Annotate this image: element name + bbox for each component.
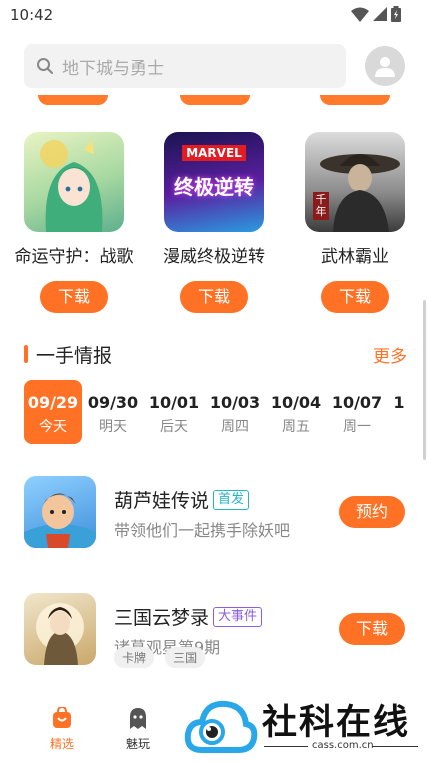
- game-thumbnail: [24, 132, 124, 232]
- download-button[interactable]: 下载: [40, 281, 108, 313]
- weekday-label: 周一: [343, 419, 371, 435]
- game-name: 命运守护：战歌: [14, 247, 134, 267]
- weekday-label: 后天: [160, 419, 188, 435]
- news-subtitle: 带领他们一起携手除妖吧: [114, 521, 291, 540]
- weekday-label: 今天: [39, 419, 67, 435]
- category-chip: 卡牌: [114, 647, 155, 668]
- ghost-icon: [130, 708, 146, 729]
- nav-label: 魅玩: [125, 737, 150, 751]
- watermark-rule: [372, 746, 418, 747]
- nav-label: 精选: [49, 737, 74, 751]
- news-section-header: 一手情报 更多: [24, 340, 407, 368]
- game-thumbnail: 千年: [305, 132, 405, 232]
- weekday-label: 明天: [99, 419, 127, 435]
- character-illustration: [36, 603, 84, 665]
- search-placeholder: 地下城与勇士: [62, 58, 164, 79]
- date-label: 10/04: [270, 393, 322, 412]
- date-label: 09/30: [87, 393, 139, 412]
- date-tab[interactable]: 10/04 周五: [267, 380, 325, 444]
- partial-button[interactable]: [38, 95, 108, 105]
- scrollbar[interactable]: [423, 300, 426, 460]
- date-tab[interactable]: 10/03 周四: [206, 380, 264, 444]
- status-time: 10:42: [10, 6, 54, 24]
- search-input[interactable]: 地下城与勇士: [24, 44, 346, 88]
- date-tab[interactable]: 10/01 后天: [145, 380, 203, 444]
- date-tab[interactable]: 1: [389, 380, 409, 444]
- watermark: 社科在线 cass.com.cn: [184, 692, 429, 758]
- avatar[interactable]: [365, 46, 405, 86]
- watermark-text: 社科在线: [262, 703, 411, 743]
- thumb-title: 终极逆转: [174, 175, 254, 199]
- date-tab-active[interactable]: 09/29 今天: [24, 380, 82, 444]
- search-icon: [37, 58, 53, 74]
- news-title: 三国云梦录: [114, 607, 210, 629]
- date-label: 09/29: [27, 393, 79, 412]
- character-illustration: [40, 140, 103, 232]
- date-tab[interactable]: 09/30 明天: [84, 380, 142, 444]
- download-button[interactable]: 下载: [180, 281, 248, 313]
- thumb-badge: 千年: [313, 192, 329, 220]
- date-label: 10/07: [331, 393, 383, 412]
- game-thumbnail: MARVEL 终极逆转: [164, 132, 264, 232]
- cellular-signal-icon: [373, 7, 387, 21]
- chip-group: 卡牌 三国: [114, 647, 211, 668]
- tag-badge: 首发: [213, 489, 250, 510]
- game-card[interactable]: 千年 武林霸业 下载: [295, 132, 415, 313]
- tag-badge: 大事件: [213, 606, 263, 627]
- date-label: 10/01: [148, 393, 200, 412]
- news-title: 葫芦娃传说: [114, 490, 210, 512]
- news-item[interactable]: 三国云梦录 大事件 诸葛观星第9期 卡牌 三国 下载: [24, 593, 405, 669]
- nav-item-fun[interactable]: 魅玩: [108, 707, 168, 752]
- weekday-label: 周四: [221, 419, 249, 435]
- game-name: 武林霸业: [321, 247, 389, 267]
- game-name: 漫威终极逆转: [163, 247, 265, 267]
- user-icon: [375, 57, 395, 77]
- section-accent-bar: [24, 345, 28, 363]
- news-title-line: 三国云梦录 大事件: [114, 603, 263, 630]
- more-link[interactable]: 更多: [373, 342, 407, 367]
- character-illustration: [24, 493, 96, 548]
- cloud-eye-logo: [184, 700, 258, 753]
- status-bar: 10:42: [0, 0, 429, 30]
- date-tab[interactable]: 10/07 周一: [328, 380, 386, 444]
- system-icons: [351, 6, 401, 22]
- weekday-label: 周五: [282, 419, 310, 435]
- date-label: 10/03: [209, 393, 261, 412]
- nav-item-featured[interactable]: 精选: [32, 705, 92, 752]
- reserve-button[interactable]: 预约: [339, 496, 405, 528]
- watermark-domain: cass.com.cn: [312, 740, 374, 751]
- news-title-line: 葫芦娃传说 首发: [114, 486, 250, 513]
- search-row: 地下城与勇士: [24, 44, 405, 90]
- news-thumbnail: [24, 476, 96, 548]
- partial-button[interactable]: [180, 95, 250, 105]
- watermark-rule: [264, 746, 308, 747]
- category-chip: 三国: [165, 647, 206, 668]
- section-title: 一手情报: [36, 345, 113, 367]
- game-card[interactable]: 命运守护：战歌 下载: [14, 132, 134, 313]
- date-strip: 09/29 今天 09/30 明天 10/01 后天 10/03 周四 10/0…: [24, 380, 429, 444]
- date-label: 1: [393, 393, 405, 412]
- news-thumbnail: [24, 593, 96, 665]
- shopping-bag-icon: [53, 705, 71, 728]
- download-button[interactable]: 下载: [321, 281, 389, 313]
- battery-icon: [391, 6, 401, 22]
- news-item[interactable]: 葫芦娃传说 首发 带领他们一起携手除妖吧 预约: [24, 476, 405, 552]
- thumb-brand: MARVEL: [182, 145, 246, 161]
- partial-button[interactable]: [320, 95, 390, 105]
- game-card[interactable]: MARVEL 终极逆转 漫威终极逆转 下载: [154, 132, 274, 313]
- wifi-icon: [351, 7, 369, 22]
- download-button[interactable]: 下载: [339, 613, 405, 645]
